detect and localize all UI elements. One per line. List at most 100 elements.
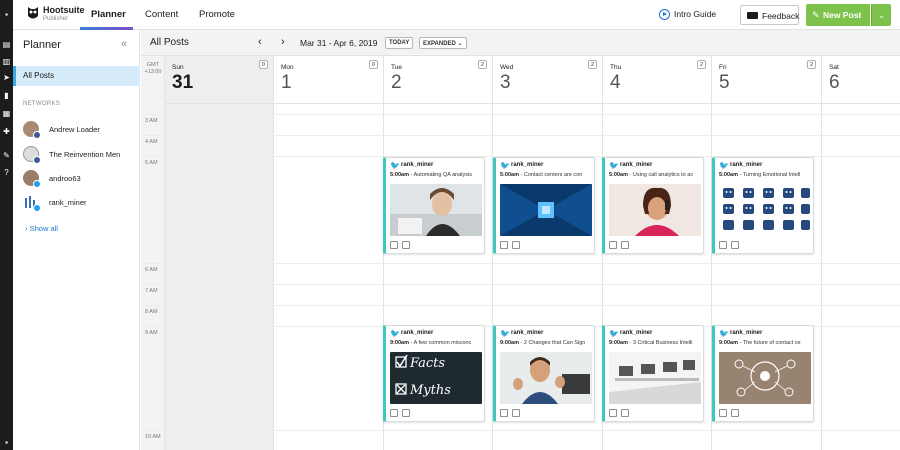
post-card[interactable]: 🐦 rank_miner 5:00am - Automating QA anal… <box>383 157 485 254</box>
post-preview: 9:00am - 2 Changes that Can Sign <box>500 340 586 346</box>
post-actions <box>609 241 699 250</box>
tab-planner[interactable]: Planner <box>91 9 126 20</box>
post-count-badge: 2 <box>807 60 816 69</box>
apps-icon[interactable]: ✚ <box>1 127 12 136</box>
hour-label: 7 AM <box>145 288 158 294</box>
hour-line <box>141 114 900 115</box>
network-name: The Reinvention Men <box>49 150 121 159</box>
image-icon[interactable] <box>402 241 410 249</box>
new-post-dropdown-button[interactable]: ⌄ <box>871 4 891 26</box>
day-header: Fri 5 2 <box>712 56 821 104</box>
day-column-mon[interactable]: Mon 1 0 <box>274 56 384 450</box>
post-image-facts-myths: Facts Myths <box>390 352 482 404</box>
post-card[interactable]: 🐦 rank_miner 5:00am - Using call analyti… <box>602 157 704 254</box>
network-name: rank_miner <box>49 198 87 207</box>
streams-icon[interactable]: ▤ <box>1 40 12 49</box>
twitter-icon: 🐦 <box>719 329 729 338</box>
hour-label: 9 AM <box>145 330 158 336</box>
play-circle-icon[interactable] <box>659 9 670 20</box>
sidebar-network-rank-miner[interactable]: rank_miner <box>23 194 138 212</box>
sidebar-item-all-posts[interactable]: All Posts <box>13 66 140 86</box>
next-week-button[interactable]: › <box>281 36 285 48</box>
post-time: 5:00am <box>609 172 628 178</box>
image-icon[interactable] <box>621 409 629 417</box>
image-icon[interactable] <box>731 409 739 417</box>
inbox-icon[interactable]: ▥ <box>1 57 12 66</box>
post-actions <box>719 409 809 418</box>
post-actions <box>390 409 480 418</box>
app-root: ▪ ▤ ▥ ➤ ▮ ▦ ✚ ✎ ? ▪ Hootsuite Publisher … <box>0 0 900 450</box>
gmt-label: GMT <box>146 62 160 68</box>
sidebar-network-reinvention-men[interactable]: The Reinvention Men <box>23 146 138 164</box>
twitter-icon <box>33 180 41 188</box>
day-number: 2 <box>391 72 402 93</box>
calendar-icon[interactable] <box>719 241 727 249</box>
day-number: 6 <box>829 72 840 93</box>
image-icon[interactable] <box>512 241 520 249</box>
help-icon[interactable]: ? <box>1 168 12 177</box>
twitter-icon: 🐦 <box>609 161 619 170</box>
day-number: 1 <box>281 72 292 93</box>
tab-promote[interactable]: Promote <box>199 9 235 20</box>
image-icon[interactable] <box>512 409 520 417</box>
view-mode-dropdown[interactable]: EXPANDED ⌄ <box>419 37 467 49</box>
tab-content[interactable]: Content <box>145 9 178 20</box>
previous-week-button[interactable]: ‹ <box>258 36 262 48</box>
calendar-title: All Posts <box>150 37 189 48</box>
owl-logo-icon[interactable]: ▪ <box>1 10 12 19</box>
twitter-icon: 🐦 <box>719 161 729 170</box>
post-card[interactable]: 🐦 rank_miner 9:00am - 3 Critical Busines… <box>602 325 704 422</box>
post-text: Contact centers are con <box>523 172 583 178</box>
post-time: 9:00am <box>390 340 409 346</box>
hour-label: 4 AM <box>145 139 158 145</box>
facebook-icon <box>33 156 41 164</box>
show-all-networks-link[interactable]: › Show all <box>25 224 58 233</box>
post-time: 5:00am <box>500 172 519 178</box>
publisher-icon[interactable]: ➤ <box>1 73 12 82</box>
day-column-sun[interactable]: Sun 31 0 <box>165 56 274 450</box>
image-icon[interactable] <box>731 241 739 249</box>
image-icon[interactable] <box>621 241 629 249</box>
calendar-icon[interactable] <box>390 241 398 249</box>
day-of-week: Sat <box>829 64 839 71</box>
analytics-icon[interactable]: ▮ <box>1 91 12 100</box>
sidebar-network-androo63[interactable]: androo63 <box>23 170 138 188</box>
assignments-icon[interactable]: ▦ <box>1 109 12 118</box>
sidebar-network-andrew-loader[interactable]: Andrew Loader <box>23 121 138 139</box>
post-count-badge: 2 <box>478 60 487 69</box>
calendar-icon[interactable] <box>500 241 508 249</box>
hour-line <box>141 305 900 306</box>
intro-guide-link[interactable]: Intro Guide <box>674 9 716 19</box>
calendar-icon[interactable] <box>500 409 508 417</box>
post-preview: 5:00am - Automating QA analysis <box>390 172 472 178</box>
chevron-down-icon: ⌄ <box>877 10 886 20</box>
facebook-icon <box>33 131 41 139</box>
calendar-icon[interactable] <box>390 409 398 417</box>
post-account: rank_miner <box>730 162 763 168</box>
tools-icon[interactable]: ✎ <box>1 151 12 160</box>
post-card[interactable]: 🐦 rank_miner 5:00am - Contact centers ar… <box>493 157 595 254</box>
new-post-button[interactable]: ✎ New Post <box>806 4 870 26</box>
post-card[interactable]: 🐦 rank_miner 5:00am - Turning Emotional … <box>712 157 814 254</box>
post-preview: 9:00am - 3 Critical Business Intelli <box>609 340 693 346</box>
post-image-headset-woman <box>390 184 482 236</box>
post-time: 5:00am <box>390 172 409 178</box>
logo-subtitle: Publisher <box>43 16 69 22</box>
day-header: Sat 6 <box>822 56 900 104</box>
hour-label: 3 AM <box>145 118 158 124</box>
calendar-icon[interactable] <box>719 409 727 417</box>
calendar-icon[interactable] <box>609 409 617 417</box>
day-column-sat[interactable]: Sat 6 <box>822 56 900 450</box>
day-header: Wed 3 2 <box>493 56 602 104</box>
calendar-icon[interactable] <box>609 241 617 249</box>
feedback-button[interactable]: Feedback <box>740 5 799 25</box>
account-icon[interactable]: ▪ <box>1 438 12 447</box>
collapse-sidebar-icon[interactable]: « <box>121 38 127 50</box>
post-card[interactable]: 🐦 rank_miner 9:00am - 2 Changes that Can… <box>493 325 595 422</box>
today-button[interactable]: TODAY <box>385 37 414 49</box>
image-icon[interactable] <box>402 409 410 417</box>
post-card[interactable]: 🐦 rank_miner 9:00am - The future of cont… <box>712 325 814 422</box>
date-range[interactable]: Mar 31 - Apr 6, 2019 <box>300 38 378 48</box>
hour-label: 6 AM <box>145 267 158 273</box>
post-card[interactable]: 🐦 rank_miner 9:00am - A few common misco… <box>383 325 485 422</box>
